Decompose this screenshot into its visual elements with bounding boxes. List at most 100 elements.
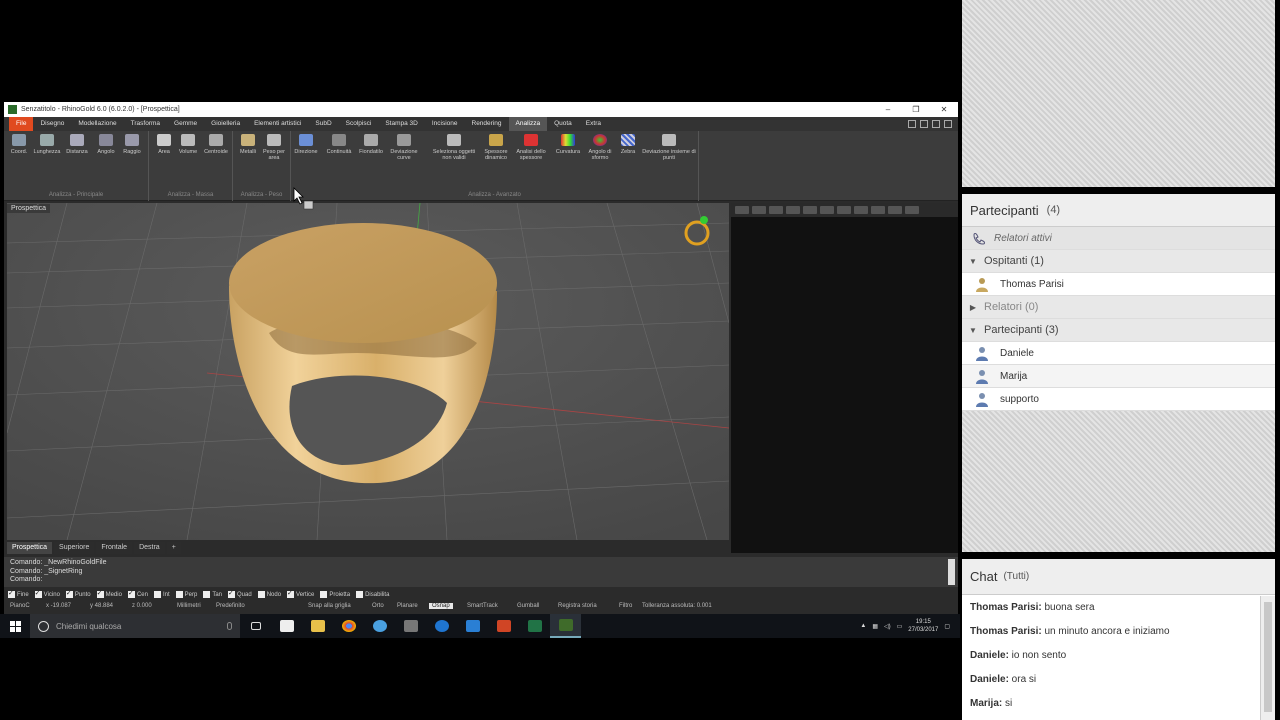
snap-to-grid-toggle[interactable]: Snap alla griglia: [308, 603, 351, 609]
tool-deviazione-insieme-punti[interactable]: Deviazione insieme di punti: [641, 134, 697, 161]
command-prompt[interactable]: Comando:: [10, 576, 952, 585]
checkbox[interactable]: [8, 589, 15, 598]
tool-deviazione-curve[interactable]: Deviazione curve: [389, 134, 419, 161]
checkbox[interactable]: [356, 591, 364, 598]
panel-tab-icon[interactable]: [752, 206, 766, 214]
construction-plane[interactable]: PianoC: [10, 603, 30, 609]
osnap-vertice-option[interactable]: Vertice: [287, 589, 314, 598]
tool-centroide[interactable]: Centroide: [201, 134, 231, 155]
osnap-nodo-option[interactable]: Nodo: [257, 591, 281, 598]
osnap-disabilita-option[interactable]: Disabilita: [356, 591, 389, 598]
save-icon[interactable]: [932, 120, 940, 128]
menu-quota[interactable]: Quota: [547, 117, 579, 131]
participant-row[interactable]: Daniele: [962, 342, 1275, 365]
tool-peso-per-area[interactable]: Peso per area: [259, 134, 289, 161]
menu-analizza[interactable]: Analizza: [508, 117, 548, 131]
checkbox[interactable]: [34, 589, 42, 598]
tool-direzione[interactable]: Direzione: [291, 134, 321, 155]
tab-destra[interactable]: Destra: [134, 542, 165, 554]
menu-rendering[interactable]: Rendering: [465, 117, 509, 131]
task-view-icon[interactable]: [240, 614, 271, 638]
osnap-int-option[interactable]: Int: [153, 591, 170, 598]
checkbox[interactable]: [287, 589, 295, 598]
osnap-vicino-option[interactable]: Vicino: [34, 589, 60, 598]
store-icon[interactable]: [271, 614, 302, 638]
ortho-toggle[interactable]: Orto: [372, 603, 384, 609]
menu-modellazione[interactable]: Modellazione: [71, 117, 123, 131]
panel-tab-icon[interactable]: [905, 206, 919, 214]
volume-icon[interactable]: ◁): [884, 623, 891, 630]
taskbar-search-box[interactable]: Chiedimi qualcosa: [30, 614, 240, 638]
panel-tab-icon[interactable]: [871, 206, 885, 214]
keyboard-icon[interactable]: ▭: [897, 623, 903, 630]
minimize-button[interactable]: –: [874, 105, 902, 114]
excel-icon[interactable]: [519, 614, 550, 638]
network-icon[interactable]: ▦: [872, 623, 878, 630]
osnap-cen-option[interactable]: Cen: [127, 589, 148, 598]
section-hosts[interactable]: ▼ Ospitanti (1): [962, 250, 1275, 273]
viewport-label[interactable]: Prospettica: [7, 204, 51, 213]
feedback-icon[interactable]: [364, 614, 395, 638]
panel-tab-icon[interactable]: [888, 206, 902, 214]
checkbox[interactable]: [228, 589, 235, 598]
checkbox[interactable]: [320, 591, 328, 598]
smarttrack-toggle[interactable]: SmartTrack: [467, 603, 498, 609]
panel-tab-icon[interactable]: [786, 206, 800, 214]
menu-trasforma[interactable]: Trasforma: [124, 117, 167, 131]
windows-start-icon[interactable]: [0, 620, 30, 632]
perspective-viewport[interactable]: [7, 203, 729, 540]
menu-extra[interactable]: Extra: [579, 117, 608, 131]
powerpoint-icon[interactable]: [488, 614, 519, 638]
checkbox[interactable]: [175, 591, 183, 598]
checkbox[interactable]: [127, 589, 135, 598]
section-participants[interactable]: ▼ Partecipanti (3): [962, 319, 1275, 342]
panel-tab-icon[interactable]: [769, 206, 783, 214]
notifications-icon[interactable]: ▢: [944, 623, 950, 630]
gumball-toggle[interactable]: Gumball: [517, 603, 539, 609]
record-history-toggle[interactable]: Registra storia: [558, 603, 597, 609]
menu-elementi-artistici[interactable]: Elementi artistici: [247, 117, 308, 131]
tool-spessore-dinamico[interactable]: Spessore dinamico: [481, 134, 511, 161]
participant-row[interactable]: Thomas Parisi: [962, 273, 1275, 296]
rhinogold-taskbar-icon[interactable]: [550, 614, 581, 638]
menu-gioielleria[interactable]: Gioielleria: [204, 117, 247, 131]
checkbox[interactable]: [203, 591, 211, 598]
clock[interactable]: 19:15 27/03/2017: [908, 618, 938, 634]
tab-frontale[interactable]: Frontale: [96, 542, 133, 554]
undo-icon[interactable]: [908, 120, 916, 128]
menu-gemme[interactable]: Gemme: [167, 117, 204, 131]
osnap-tan-option[interactable]: Tan: [203, 591, 222, 598]
tool-coord[interactable]: Coord.: [4, 134, 34, 155]
file-explorer-icon[interactable]: [302, 614, 333, 638]
menu-disegno[interactable]: Disegno: [33, 117, 71, 131]
chat-scope[interactable]: (Tutti): [1003, 571, 1029, 582]
command-area[interactable]: Comando: _NewRhinoGoldFile Comando: _Sig…: [4, 557, 958, 587]
checkbox[interactable]: [257, 591, 265, 598]
edge-icon[interactable]: [426, 614, 457, 638]
current-layer[interactable]: Predefinito: [216, 603, 245, 609]
osnap-medio-option[interactable]: Medio: [96, 589, 122, 598]
redo-icon[interactable]: [920, 120, 928, 128]
tool-volume[interactable]: Volume: [173, 134, 203, 155]
tool-distanza[interactable]: Distanza: [62, 134, 92, 155]
close-button[interactable]: ✕: [930, 105, 958, 114]
tool-seleziona-oggetti-non-validi[interactable]: Seleziona oggetti non validi: [429, 134, 479, 161]
command-scrollbar[interactable]: [948, 559, 955, 585]
osnap-quad-option[interactable]: Quad: [228, 589, 252, 598]
tool-raggio[interactable]: Raggio: [117, 134, 147, 155]
tool-fiondatilo[interactable]: Fiondatilo: [356, 134, 386, 155]
panel-tab-icon[interactable]: [735, 206, 749, 214]
chat-scroll-thumb[interactable]: [1264, 602, 1272, 712]
tool-angolo-sformo[interactable]: Angolo di sformo: [585, 134, 615, 161]
tab-prospettica[interactable]: Prospettica: [7, 542, 53, 554]
panel-tab-icon[interactable]: [837, 206, 851, 214]
mail-icon[interactable]: [457, 614, 488, 638]
osnap-toggle[interactable]: Osnap: [429, 603, 453, 609]
osnap-proietta-option[interactable]: Proietta: [320, 591, 350, 598]
osnap-perp-option[interactable]: Perp: [175, 591, 197, 598]
checkbox[interactable]: [153, 591, 161, 598]
section-presenters[interactable]: ▶ Relatori (0): [962, 296, 1275, 319]
tool-analisi-spessore[interactable]: Analisi dello spessore: [516, 134, 546, 161]
tool-continuita[interactable]: Continuità: [324, 134, 354, 155]
microphone-icon[interactable]: [227, 622, 232, 630]
